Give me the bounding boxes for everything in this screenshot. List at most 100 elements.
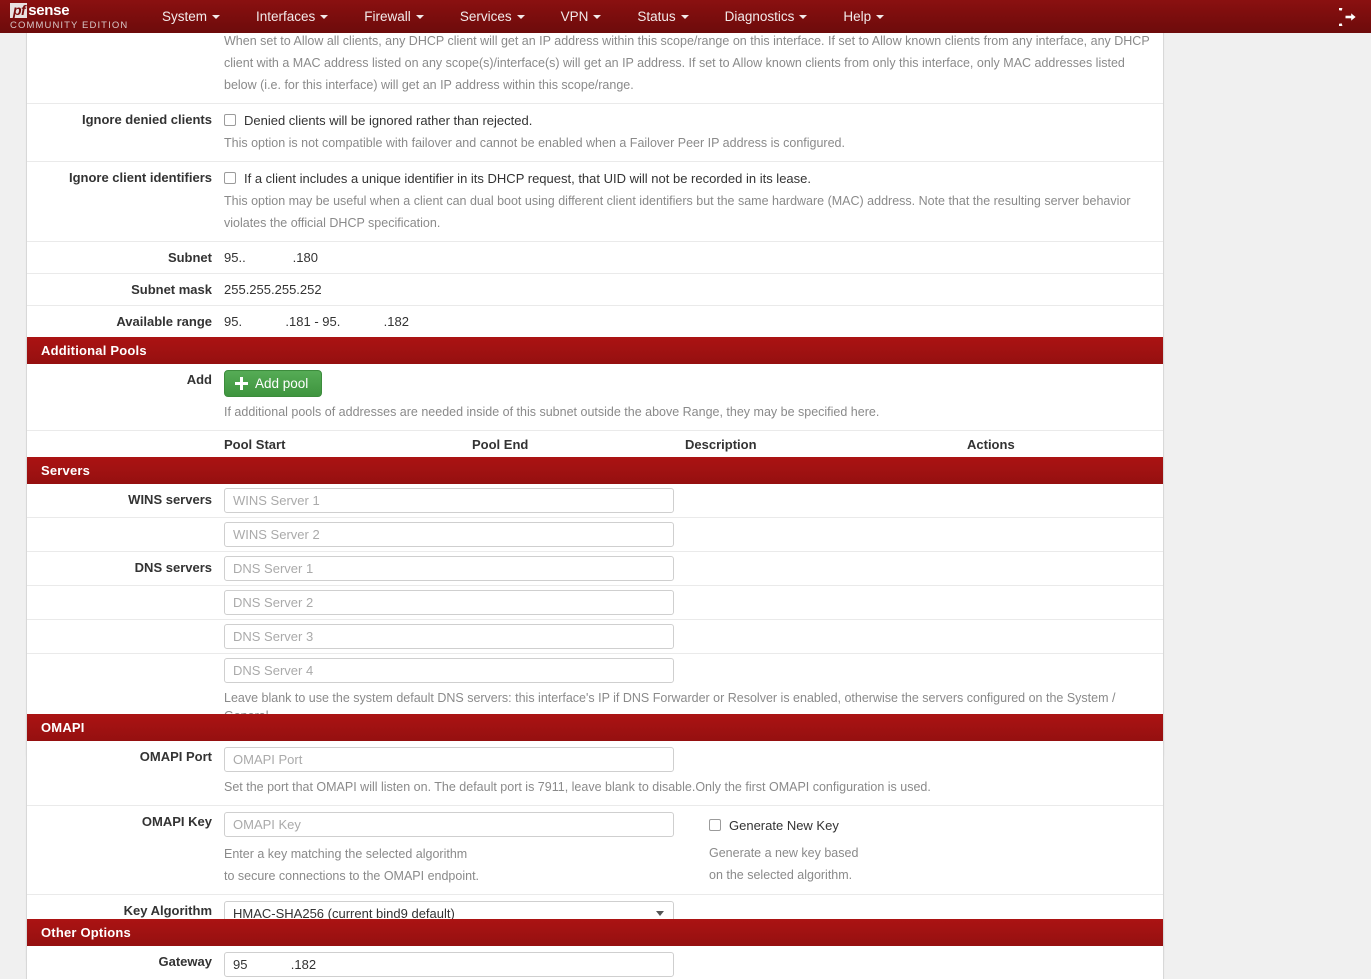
cell-wins-server-1: [224, 484, 1163, 517]
available-range-value: 95. .181 - 95. .182: [224, 314, 409, 329]
omapi-key-input[interactable]: [224, 812, 674, 837]
ignore-client-identifiers-checkbox[interactable]: [224, 172, 236, 184]
dns-server-4-input[interactable]: [224, 658, 674, 683]
add-pool-help: If additional pools of addresses are nee…: [224, 405, 880, 419]
generate-new-key-label: Generate New Key: [729, 818, 839, 833]
gateway-input[interactable]: [224, 952, 674, 977]
nav-item-services[interactable]: Services: [442, 0, 543, 33]
panel-additional-pools-body: Add Add pool If additional pools of addr…: [27, 364, 1163, 467]
th-spacer: [27, 431, 224, 461]
nav-label: System: [162, 9, 208, 24]
omapi-key-left-col: Enter a key matching the selected algori…: [224, 812, 709, 888]
nav-item-firewall[interactable]: Firewall: [346, 0, 442, 33]
nav-label: Services: [459, 9, 512, 24]
row-available-range: Available range 95. .181 - 95. .182: [27, 306, 1163, 338]
cell-subnet-mask: 255.255.255.252: [224, 274, 1163, 305]
label-dns-servers: DNS servers: [134, 560, 212, 575]
generate-key-help-line1: Generate a new key based: [709, 846, 859, 860]
row-dns-server-1: DNS servers: [27, 552, 1163, 586]
ignore-uid-help-line2: violates the official DHCP specification…: [224, 216, 441, 230]
generate-new-key-checkbox[interactable]: [709, 819, 721, 831]
label-omapi-port: OMAPI Port: [139, 749, 212, 764]
navbar-right: [1339, 0, 1357, 33]
cell-omapi-key: Enter a key matching the selected algori…: [224, 806, 1163, 894]
logout-icon[interactable]: [1339, 7, 1357, 26]
nav-item-interfaces[interactable]: Interfaces: [238, 0, 346, 33]
row-ignore-denied-clients: Ignore denied clients Denied clients wil…: [27, 104, 1163, 162]
brand-pf-mark: pf: [10, 3, 28, 18]
row-wins-server-2: [27, 518, 1163, 552]
dns-server-1-input[interactable]: [224, 556, 674, 581]
panel-additional-pools: Additional Pools Add Add pool If additio…: [26, 337, 1164, 468]
cell-gateway: The default is to use the IP on this int…: [224, 946, 1163, 979]
generate-key-help-line2: on the selected algorithm.: [709, 868, 853, 882]
omapi-key-right-col: Generate New Key Generate a new key base…: [709, 812, 1155, 888]
row-spacer-label: [27, 25, 224, 103]
ignore-denied-clients-checkbox[interactable]: [224, 114, 236, 126]
nav-label: Help: [843, 9, 872, 24]
cell-available-range: 95. .181 - 95. .182: [224, 306, 1163, 337]
nav-item-system[interactable]: System: [144, 0, 238, 33]
generate-key-checkbox-line: Generate New Key: [709, 812, 1155, 838]
wins-server-2-input[interactable]: [224, 522, 674, 547]
nav-label: VPN: [560, 9, 589, 24]
cell-subnet: 95.. .180: [224, 242, 1163, 273]
dns-server-2-input[interactable]: [224, 590, 674, 615]
label-subnet-mask: Subnet mask: [131, 282, 212, 297]
label-ignore-client-identifiers: Ignore client identifiers: [68, 170, 212, 185]
add-pool-button[interactable]: Add pool: [224, 370, 323, 397]
nav-label: Diagnostics: [724, 9, 795, 24]
cell-wins-server-2: [224, 518, 1163, 551]
row-add-pool: Add Add pool If additional pools of addr…: [27, 364, 1163, 431]
row-omapi-port: OMAPI Port Set the port that OMAPI will …: [27, 741, 1163, 806]
main-navbar: pf sense COMMUNITY EDITION System Interf…: [0, 0, 1371, 33]
omapi-key-help-line2: to secure connections to the OMAPI endpo…: [224, 869, 480, 883]
chevron-down-icon: [680, 15, 689, 20]
deny-unknown-help-line1: When set to Allow all clients, any DHCP …: [224, 34, 1150, 48]
nav-item-vpn[interactable]: VPN: [543, 0, 620, 33]
th-actions: Actions: [967, 431, 1163, 461]
omapi-port-input[interactable]: [224, 747, 674, 772]
panel-other-options-title: Other Options: [27, 919, 1163, 946]
th-pool-end: Pool End: [472, 431, 685, 461]
panel-general-options: When set to Allow all clients, any DHCP …: [26, 25, 1164, 364]
chevron-down-icon: [876, 15, 885, 20]
nav-label: Status: [637, 9, 676, 24]
label-gateway: Gateway: [158, 954, 212, 969]
chevron-down-icon: [415, 15, 424, 20]
omapi-key-columns: Enter a key matching the selected algori…: [224, 812, 1155, 888]
subnet-value: 95.. .180: [224, 250, 318, 265]
ignore-uid-checkbox-line: If a client includes a unique identifier…: [224, 168, 1155, 191]
brand-edition-text: COMMUNITY EDITION: [10, 20, 129, 31]
omapi-port-help: Set the port that OMAPI will listen on. …: [224, 780, 931, 794]
th-description: Description: [685, 431, 967, 461]
add-pool-button-label: Add pool: [255, 376, 309, 391]
nav-item-help[interactable]: Help: [825, 0, 902, 33]
th-pool-start: Pool Start: [224, 431, 472, 461]
deny-unknown-help-cell: When set to Allow all clients, any DHCP …: [224, 25, 1163, 103]
ignore-denied-checkbox-label: Denied clients will be ignored rather th…: [244, 113, 533, 128]
chevron-down-icon: [516, 15, 525, 20]
label-dns-server-3-spacer: [27, 620, 224, 653]
row-wins-server-1: WINS servers: [27, 484, 1163, 518]
deny-unknown-help-line3: below (i.e. for this interface) will get…: [224, 78, 634, 92]
nav-label: Interfaces: [256, 9, 316, 24]
row-deny-unknown-help: When set to Allow all clients, any DHCP …: [27, 25, 1163, 104]
row-omapi-key: OMAPI Key Enter a key matching the selec…: [27, 806, 1163, 895]
cell-dns-server-1: [224, 552, 1163, 585]
label-subnet: Subnet: [167, 250, 212, 265]
nav-label: Firewall: [364, 9, 411, 24]
nav-item-diagnostics[interactable]: Diagnostics: [707, 0, 826, 33]
plus-icon: [235, 377, 248, 390]
row-subnet-mask: Subnet mask 255.255.255.252: [27, 274, 1163, 306]
page-content: When set to Allow all clients, any DHCP …: [0, 25, 1371, 979]
ignore-uid-help-line1: This option may be useful when a client …: [224, 194, 1131, 208]
wins-server-1-input[interactable]: [224, 488, 674, 513]
label-wins-servers: WINS servers: [128, 492, 212, 507]
deny-unknown-help-line2: client with a MAC address listed on any …: [224, 56, 1125, 70]
panel-general-options-body: When set to Allow all clients, any DHCP …: [27, 25, 1163, 363]
label-add-pool: Add: [186, 372, 212, 387]
nav-item-status[interactable]: Status: [619, 0, 706, 33]
pfsense-logo[interactable]: pf sense COMMUNITY EDITION: [0, 0, 130, 31]
dns-server-3-input[interactable]: [224, 624, 674, 649]
